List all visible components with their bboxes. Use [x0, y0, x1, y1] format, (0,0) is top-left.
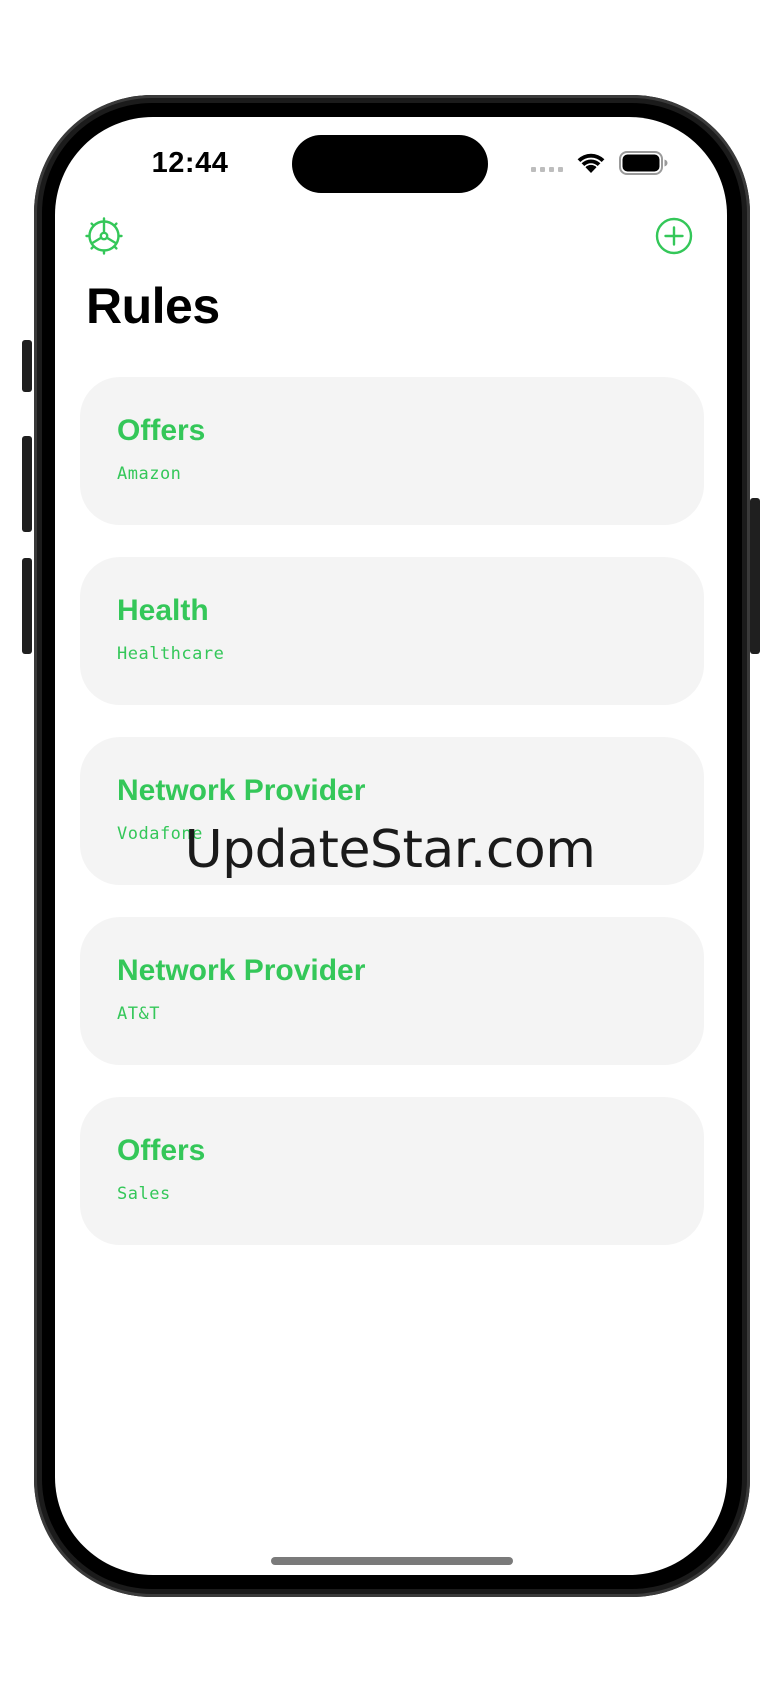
rule-card-network-provider-vodafone[interactable]: Network Provider Vodafone [80, 737, 704, 885]
rules-list: Offers Amazon Health Healthcare Network … [80, 377, 704, 1277]
action-button [22, 340, 32, 392]
rule-subtitle: Amazon [117, 464, 182, 484]
status-time: 12:44 [151, 147, 229, 179]
rule-subtitle: AT&T [117, 1004, 160, 1024]
power-button [750, 498, 760, 654]
rule-subtitle: Sales [117, 1184, 171, 1204]
gear-icon[interactable] [84, 216, 124, 256]
rule-title: Network Provider [117, 774, 366, 807]
rule-title: Health [117, 594, 209, 627]
app-screen: 12:44 Rules Offers Amazon Health Healthc… [55, 117, 727, 1575]
page-title: Rules [86, 278, 220, 334]
rule-title: Offers [117, 414, 206, 447]
cellular-signal-icon [531, 167, 563, 172]
rule-subtitle: Vodafone [117, 824, 203, 844]
rule-title: Offers [117, 1134, 206, 1167]
rule-subtitle: Healthcare [117, 644, 225, 664]
home-indicator[interactable] [271, 1557, 513, 1565]
rule-card-offers-amazon[interactable]: Offers Amazon [80, 377, 704, 525]
add-rule-button[interactable] [655, 217, 693, 255]
volume-up-button [22, 436, 32, 532]
dynamic-island [292, 135, 488, 193]
battery-icon [619, 151, 668, 175]
rule-card-health-healthcare[interactable]: Health Healthcare [80, 557, 704, 705]
rule-card-offers-sales[interactable]: Offers Sales [80, 1097, 704, 1245]
rule-title: Network Provider [117, 954, 366, 987]
rule-card-network-provider-att[interactable]: Network Provider AT&T [80, 917, 704, 1065]
volume-down-button [22, 558, 32, 654]
wifi-icon [577, 153, 605, 173]
